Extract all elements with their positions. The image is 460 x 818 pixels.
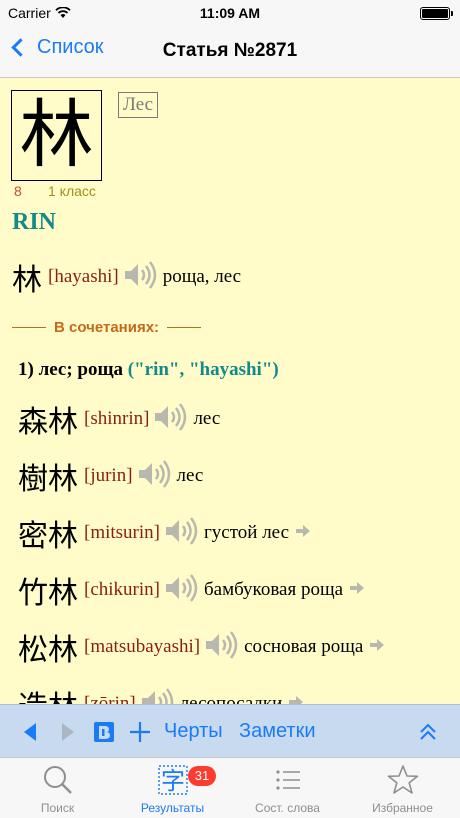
speaker-icon[interactable] (164, 516, 198, 550)
combination-word: 造林 (18, 682, 78, 704)
combination-romaji: [chikurin] (84, 579, 160, 600)
combination-word: 松林 (18, 633, 78, 668)
tab-results[interactable]: 字 Результаты (115, 758, 230, 818)
school-grade: 1 класс (48, 183, 96, 199)
combination-word: 竹林 (18, 576, 78, 611)
speaker-icon[interactable] (140, 687, 174, 704)
combination-romaji: [jurin] (84, 465, 133, 486)
strokes-button[interactable]: Черты (164, 705, 223, 758)
combination-translation: лесопосадки (179, 693, 283, 704)
tab-search[interactable]: Поиск (0, 758, 115, 818)
expand-button[interactable] (418, 705, 438, 758)
combination-translation: густой лес (204, 522, 290, 543)
dictionary-button[interactable] (93, 705, 115, 758)
kanji-character[interactable]: 林 (11, 90, 102, 181)
double-chevron-up-icon (420, 723, 436, 740)
tab-results-glyph: 字 (161, 767, 185, 795)
combination-translation: сосновая роща (244, 636, 364, 657)
arrow-right-icon[interactable] (349, 581, 365, 600)
combination-translation: бамбуковая роща (203, 579, 344, 600)
combination-romaji: [matsubayashi] (84, 636, 201, 657)
combination-word: 密林 (18, 519, 78, 554)
stroke-count: 8 (14, 183, 22, 199)
tab-compound-words[interactable]: Сост. слова (230, 758, 345, 818)
page-title: Статья №2871 (162, 40, 298, 61)
triangle-left-icon (24, 722, 36, 741)
magnifier-icon (44, 766, 72, 794)
next-button[interactable] (62, 705, 74, 758)
tab-bar: Поиск 字 Результаты 31 Сост. слова Избран… (0, 757, 460, 818)
navigation-bar: Список Статья №2871 (0, 26, 460, 78)
entry-romaji: [hayashi] (48, 266, 119, 287)
battery-icon (420, 7, 453, 20)
combination-word: 樹林 (18, 462, 78, 497)
combination-translation: лес (176, 465, 204, 486)
status-time: 11:09 AM (199, 5, 261, 21)
kanji-meaning: Лес (118, 92, 159, 118)
speaker-icon[interactable] (137, 459, 171, 493)
combination-row: 樹林 [jurin] лес (18, 454, 203, 498)
article-toolbar: Черты Заметки (0, 704, 460, 757)
combination-row: 造林 [zōrin] лесопосадки (18, 682, 304, 704)
article-content[interactable]: 林 Лес 8 1 класс RIN 林 [hayashi] роща, ле… (0, 79, 460, 704)
on-reading: RIN (12, 209, 57, 235)
entry-translation: роща, лес (162, 266, 242, 287)
combination-row: 森林 [shinrin] лес (18, 397, 220, 441)
kanji-results-icon: 字 (158, 765, 188, 795)
combination-translation: лес (193, 408, 221, 429)
combination-row: 竹林 [chikurin] бамбуковая роща (18, 568, 365, 612)
arrow-right-icon[interactable] (295, 524, 311, 543)
entry-word: 林 (12, 263, 42, 298)
speaker-icon[interactable] (204, 630, 238, 664)
main-entry: 林 [hayashi] роща, лес (12, 255, 241, 299)
dictionary-icon (94, 721, 114, 742)
list-icon (276, 770, 300, 790)
combination-romaji: [shinrin] (84, 408, 150, 429)
combination-word: 森林 (18, 405, 78, 440)
speaker-icon[interactable] (123, 260, 157, 294)
combination-row: 松林 [matsubayashi] сосновая роща (18, 625, 385, 669)
sense-readings: ("rin", "hayashi") (127, 359, 279, 380)
notes-button[interactable]: Заметки (239, 705, 316, 758)
sense-definition: 1) лес; роща ("rin", "hayashi") (18, 359, 279, 380)
plus-icon (130, 721, 150, 742)
triangle-right-icon (62, 722, 74, 741)
combinations-header: В сочетаниях: (12, 319, 202, 336)
add-button[interactable] (128, 705, 152, 758)
speaker-icon[interactable] (153, 402, 187, 436)
combination-romaji: [mitsurin] (84, 522, 160, 543)
speaker-icon[interactable] (164, 573, 198, 607)
status-bar: Carrier 11:09 AM (0, 0, 460, 26)
arrow-right-icon[interactable] (288, 695, 304, 704)
combination-row: 密林 [mitsurin] густой лес (18, 511, 311, 555)
tab-favorites[interactable]: Избранное (345, 758, 460, 818)
results-badge: 31 (188, 766, 216, 786)
star-icon (387, 765, 419, 794)
combination-romaji: [zōrin] (84, 693, 136, 704)
arrow-right-icon[interactable] (369, 638, 385, 657)
previous-button[interactable] (24, 705, 36, 758)
